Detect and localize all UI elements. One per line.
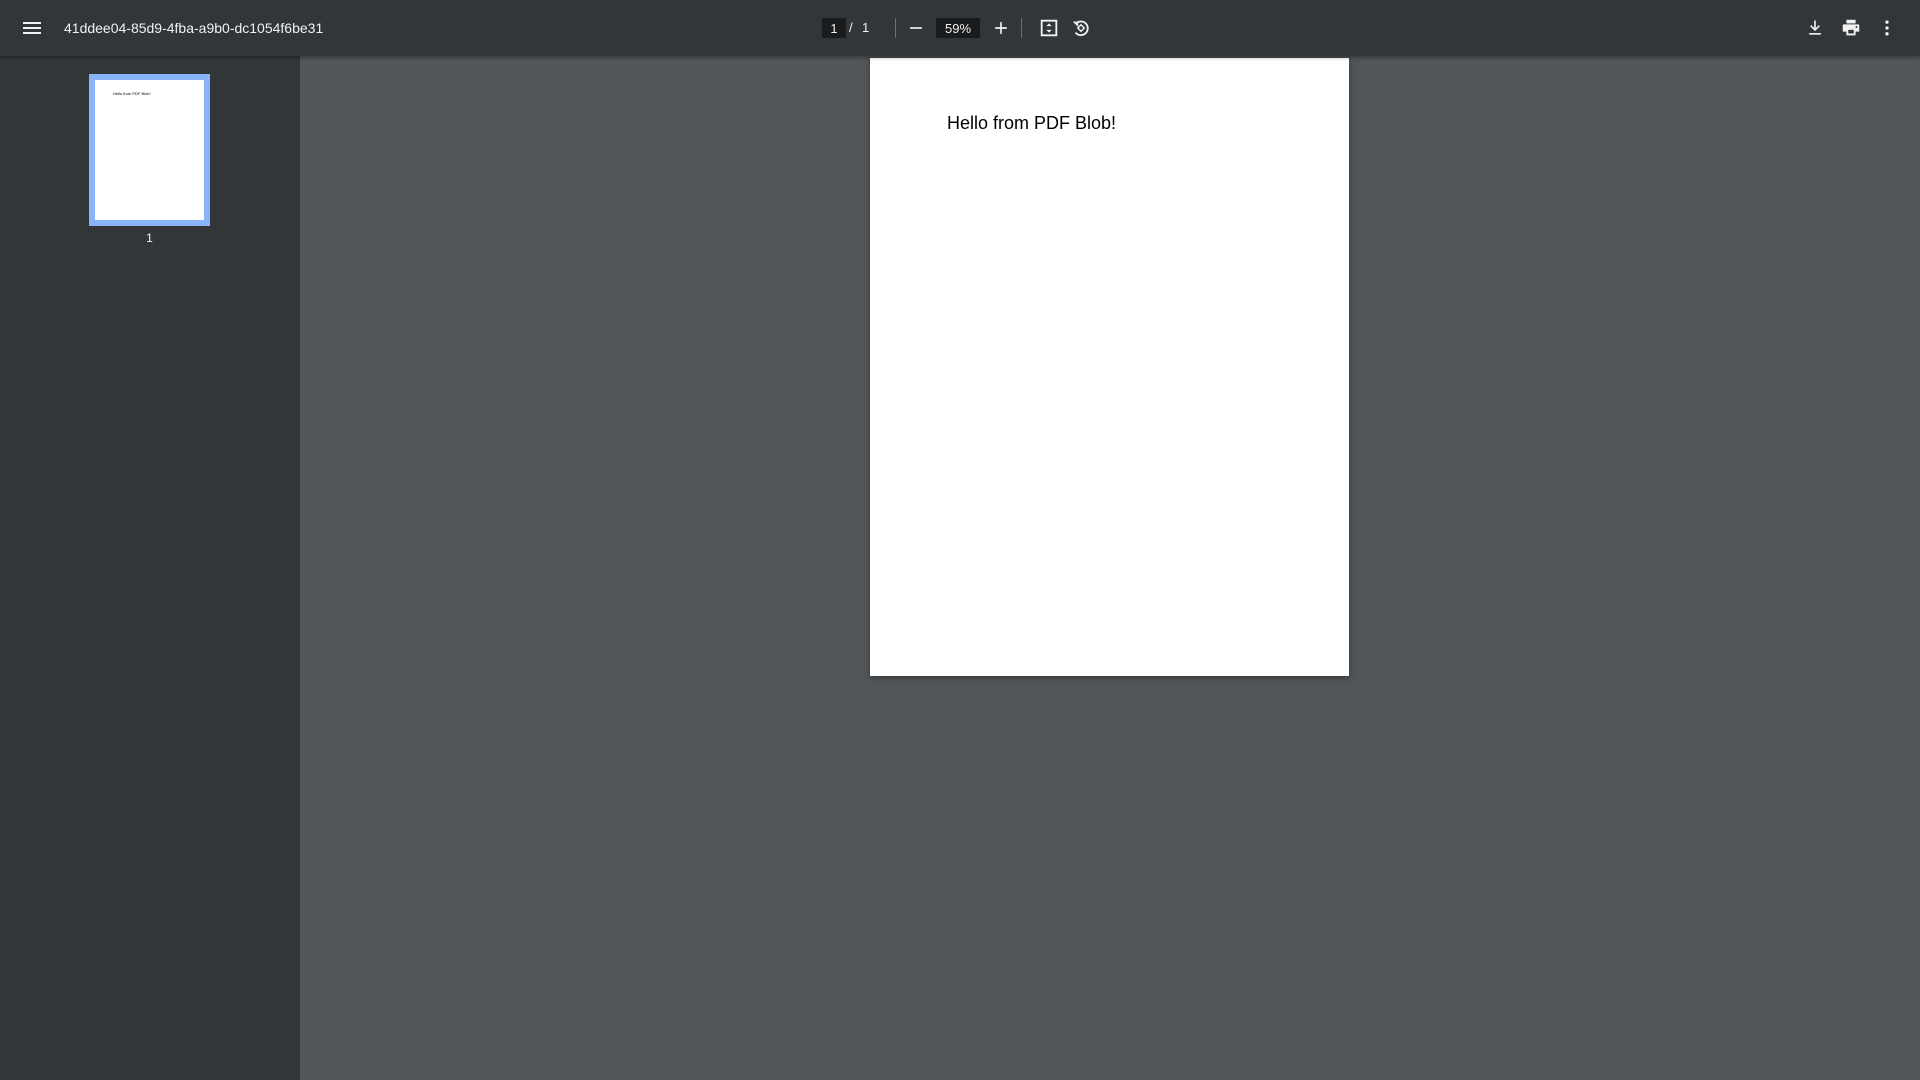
document-title: 41ddee04-85d9-4fba-a9b0-dc1054f6be31 [64,20,324,36]
toolbar-divider [1021,18,1022,38]
document-viewer[interactable]: Hello from PDF Blob! [300,56,1920,1080]
thumbnail-page-number: 1 [146,231,153,245]
page-number-input[interactable] [822,18,846,38]
rotate-button[interactable] [1065,12,1097,44]
thumbnail-page-preview: Hello from PDF Blob! [95,80,204,220]
pdf-toolbar: 41ddee04-85d9-4fba-a9b0-dc1054f6be31 / 1 [0,0,1920,56]
minus-icon [910,27,922,29]
print-button[interactable] [1835,12,1867,44]
download-icon [1809,20,1821,35]
fit-to-page-button[interactable] [1033,12,1065,44]
download-button[interactable] [1799,12,1831,44]
thumbnail-preview-text: Hello from PDF Blob! [113,91,151,96]
page-separator: / [849,20,853,35]
zoom-in-button[interactable] [985,12,1017,44]
rotate-counterclockwise-icon [1072,20,1089,37]
more-actions-button[interactable] [1871,12,1903,44]
more-vertical-icon [1885,20,1889,36]
plus-icon [995,22,1007,34]
print-icon [1842,19,1860,36]
fit-to-page-icon [1040,19,1058,37]
pdf-page: Hello from PDF Blob! [870,58,1349,676]
page-total: 1 [862,20,870,35]
pdf-page-text: Hello from PDF Blob! [947,113,1117,133]
page-thumbnail[interactable]: Hello from PDF Blob! [89,74,210,226]
zoom-out-button[interactable] [900,12,932,44]
zoom-level-input[interactable] [936,18,980,38]
menu-icon [23,22,41,34]
toolbar-divider [895,18,896,38]
menu-button[interactable] [16,12,48,44]
thumbnail-sidebar: Hello from PDF Blob! 1 [0,56,300,1080]
